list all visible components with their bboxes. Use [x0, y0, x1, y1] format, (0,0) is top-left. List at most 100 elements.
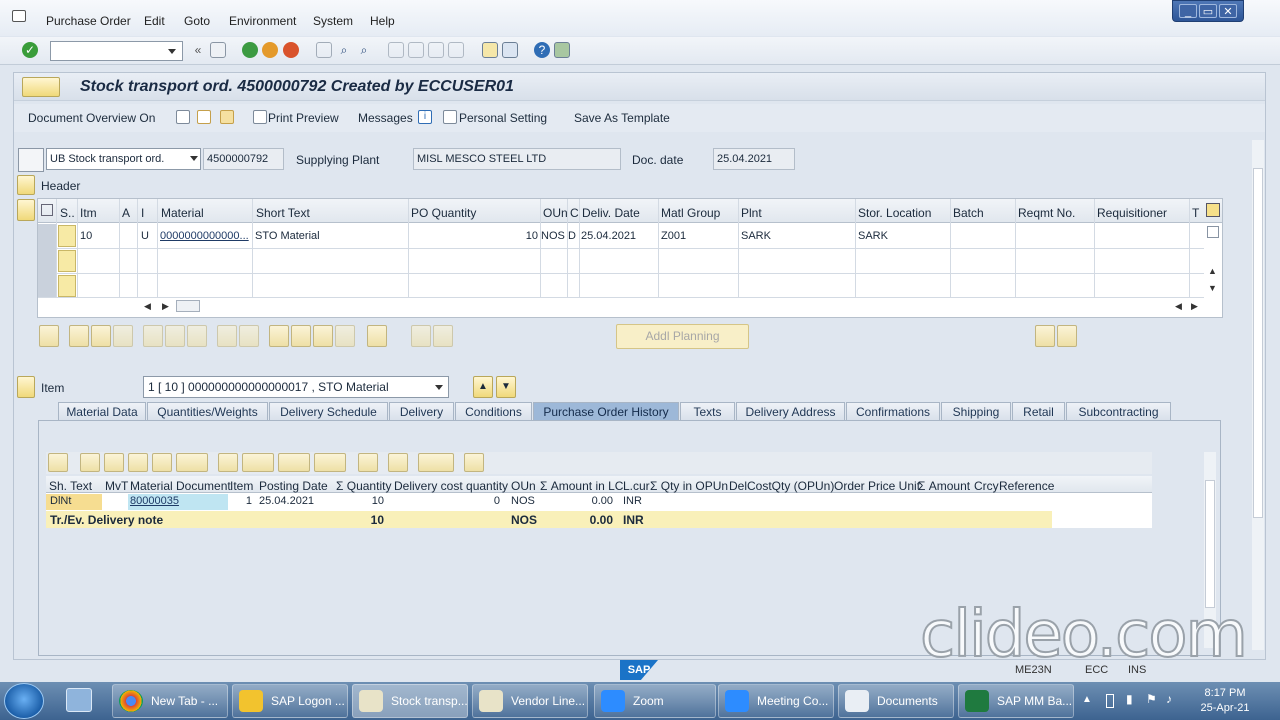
first-page-icon[interactable]	[388, 42, 404, 58]
col-po-quantity[interactable]: PO Quantity	[411, 206, 476, 220]
collapse-item-detail-button[interactable]	[17, 376, 35, 398]
cell-matl-group[interactable]: Z001	[661, 230, 686, 242]
cancel-icon[interactable]	[283, 42, 299, 58]
flag-icon[interactable]: ⚑	[1146, 692, 1157, 706]
other-document-icon[interactable]	[220, 110, 234, 124]
row-status-cell[interactable]	[58, 275, 76, 297]
col-batch[interactable]: Batch	[953, 206, 984, 220]
taskbar-stock-transport[interactable]: Stock transp...	[352, 684, 468, 718]
select-all-icon[interactable]	[41, 204, 53, 216]
col-c[interactable]: C	[570, 206, 579, 220]
col-item[interactable]: Itm	[80, 206, 97, 220]
scroll-left-icon[interactable]: ◀	[144, 301, 151, 312]
column-settings-icon[interactable]	[1206, 203, 1220, 217]
maximize-button[interactable]: ▭	[1199, 4, 1217, 18]
sort-descending-icon[interactable]	[291, 325, 311, 347]
addl-planning-button[interactable]: Addl Planning	[616, 324, 749, 349]
back-icon[interactable]	[242, 42, 258, 58]
col-plant[interactable]: Plnt	[741, 206, 762, 220]
tab-delivery[interactable]: Delivery	[389, 402, 454, 420]
next-page-icon[interactable]	[428, 42, 444, 58]
battery-icon[interactable]	[1106, 694, 1114, 708]
scroll-right-icon[interactable]: ▶	[1191, 301, 1198, 312]
scroll-left-icon[interactable]: ◀	[1175, 301, 1182, 312]
filter-off-icon[interactable]	[335, 325, 355, 347]
col-requisitioner[interactable]: Requisitioner	[1097, 206, 1167, 220]
copy-row-icon[interactable]	[91, 325, 111, 347]
menu-edit[interactable]: Edit	[144, 14, 165, 28]
details-icon[interactable]	[39, 325, 59, 347]
hist-cell-material-document[interactable]: 80000035	[130, 495, 179, 507]
find-icon[interactable]	[128, 453, 148, 472]
previous-page-icon[interactable]	[408, 42, 424, 58]
find-next-icon[interactable]: ⌕	[356, 42, 372, 58]
menu-purchase-order[interactable]: Purchase Order	[46, 14, 131, 28]
computer-icon[interactable]	[66, 688, 92, 712]
delete-icon[interactable]	[143, 325, 163, 347]
sort-ascending-icon[interactable]	[80, 453, 100, 472]
insert-row-icon[interactable]	[113, 325, 133, 347]
hist-col-quantity[interactable]: Σ Quantity	[336, 479, 391, 493]
print-icon[interactable]	[316, 42, 332, 58]
hist-col-qty-opun[interactable]: Σ Qty in OPUn	[650, 479, 728, 493]
clock[interactable]: 8:17 PM 25-Apr-21	[1180, 686, 1270, 716]
info-icon[interactable]	[388, 453, 408, 472]
add-row-icon[interactable]	[69, 325, 89, 347]
hist-col-delcostqty-opun[interactable]: DelCostQty (OPUn)	[729, 479, 834, 493]
volume-icon[interactable]: ♪	[1166, 692, 1172, 706]
row-selector-column[interactable]	[38, 224, 56, 297]
taskbar-meeting[interactable]: Meeting Co...	[718, 684, 834, 718]
menu-goto[interactable]: Goto	[184, 14, 210, 28]
hist-col-item[interactable]: Item	[230, 479, 253, 493]
command-field[interactable]	[50, 41, 183, 61]
copy-icon[interactable]	[217, 325, 237, 347]
personal-setting-icon[interactable]	[443, 110, 457, 124]
additional-icon[interactable]	[433, 325, 453, 347]
hist-cell-item[interactable]: 1	[228, 495, 252, 507]
refresh-icon[interactable]	[464, 453, 484, 472]
col-i[interactable]: I	[141, 206, 144, 220]
hist-col-oun[interactable]: OUn	[511, 479, 536, 493]
shortcut-icon[interactable]	[502, 42, 518, 58]
header-section-label[interactable]: Header	[41, 179, 80, 193]
hist-cell-sh-text[interactable]: DlNt	[50, 495, 71, 507]
col-t[interactable]: T	[1192, 206, 1199, 220]
document-type-select[interactable]: UB Stock transport ord.	[46, 148, 201, 170]
tab-conditions[interactable]: Conditions	[455, 402, 532, 420]
hist-col-mvt[interactable]: MvT	[105, 479, 128, 493]
save-icon[interactable]	[210, 42, 226, 58]
tray-up-icon[interactable]: ▲	[1082, 694, 1092, 705]
taskbar-vendor-line[interactable]: Vendor Line...	[472, 684, 588, 718]
row-status-cell[interactable]	[58, 225, 76, 247]
change-display-icon[interactable]	[197, 110, 211, 124]
taskbar-excel[interactable]: SAP MM Ba...	[958, 684, 1074, 718]
document-flow-icon[interactable]	[418, 453, 454, 472]
cell-i[interactable]: U	[141, 230, 149, 242]
cell-short-text[interactable]: STO Material	[255, 230, 320, 242]
hist-col-lcur[interactable]: L.cur	[623, 479, 650, 493]
sap-menu-icon[interactable]	[12, 10, 26, 22]
info-icon[interactable]: i	[418, 110, 432, 124]
hist-col-sh-text[interactable]: Sh. Text	[49, 479, 92, 493]
history-scroll-thumb[interactable]	[1205, 480, 1215, 608]
cell-po-quantity[interactable]: 10	[408, 230, 538, 242]
cell-deliv-date[interactable]: 25.04.2021	[581, 230, 636, 242]
document-icon[interactable]	[22, 77, 60, 97]
views-icon[interactable]	[242, 453, 274, 472]
row-status-cell[interactable]	[58, 250, 76, 272]
default-values-icon[interactable]	[411, 325, 431, 347]
menu-environment[interactable]: Environment	[229, 14, 296, 28]
enter-check-icon[interactable]: ✓	[22, 42, 38, 58]
col-a[interactable]: A	[122, 206, 130, 220]
minimize-button[interactable]: _	[1179, 4, 1197, 18]
hist-col-amount[interactable]: Σ Amount	[918, 479, 970, 493]
network-icon[interactable]: ▮	[1126, 692, 1133, 706]
scroll-up-icon[interactable]: ▲	[1208, 266, 1217, 276]
scroll-right-icon[interactable]: ▶	[162, 301, 169, 312]
taskbar-chrome[interactable]: New Tab - ...	[112, 684, 228, 718]
layout-icon[interactable]	[314, 453, 346, 472]
hist-cell-amount-lc[interactable]: 0.00	[540, 495, 613, 507]
last-page-icon[interactable]	[448, 42, 464, 58]
hist-col-order-price-unit[interactable]: Order Price Unit	[834, 479, 920, 493]
main-scroll-thumb[interactable]	[1253, 168, 1263, 518]
